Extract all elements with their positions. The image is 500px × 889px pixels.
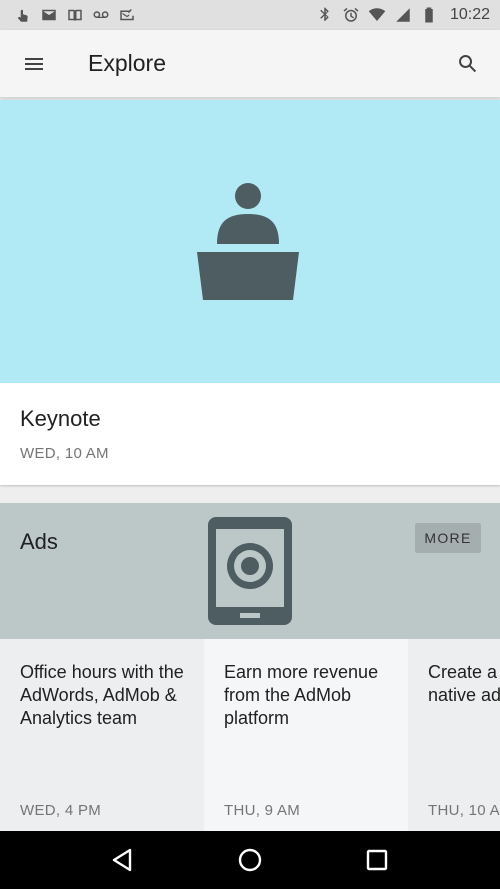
keynote-hero-banner xyxy=(0,100,500,383)
voicemail-icon xyxy=(92,6,110,24)
book-icon xyxy=(66,6,84,24)
app-bar: Explore xyxy=(0,30,500,98)
session-time: THU, 9 AM xyxy=(224,802,301,819)
keynote-title: Keynote xyxy=(20,406,101,431)
home-button[interactable] xyxy=(222,832,278,888)
system-icons: 10:22 xyxy=(316,6,490,24)
session-card[interactable]: Create a experien native ad THU, 10 A xyxy=(408,639,500,831)
system-navigation-bar xyxy=(0,831,500,889)
session-title: Create a experien native ad xyxy=(428,662,500,705)
menu-icon xyxy=(25,57,43,70)
bluetooth-icon xyxy=(316,6,334,24)
speaker-podium-icon xyxy=(197,182,299,300)
touch-app-icon xyxy=(14,6,32,24)
back-triangle-icon xyxy=(113,848,132,872)
recents-button[interactable] xyxy=(349,832,405,888)
clock: 10:22 xyxy=(449,6,490,23)
ads-header: Ads MORE xyxy=(0,503,500,639)
session-title: Office hours with the AdWords, AdMob & A… xyxy=(20,662,184,728)
session-card[interactable]: Office hours with the AdWords, AdMob & A… xyxy=(0,639,204,831)
back-button[interactable] xyxy=(95,832,151,888)
search-icon xyxy=(459,54,477,72)
search-button[interactable] xyxy=(436,30,500,98)
phone-target-icon xyxy=(208,517,292,625)
wifi-icon xyxy=(368,6,386,24)
mail-check-icon xyxy=(118,6,136,24)
mail-icon xyxy=(40,6,58,24)
ads-section-title: Ads xyxy=(20,529,58,554)
notification-icons xyxy=(14,6,136,24)
page-title: Explore xyxy=(88,50,166,76)
status-bar: 10:22 xyxy=(0,0,500,30)
session-time: THU, 10 A xyxy=(428,802,500,819)
ads-section: Ads MORE Office hours with the AdWords, … xyxy=(0,503,500,831)
navigation-menu-button[interactable] xyxy=(0,30,68,98)
session-card[interactable]: Earn more revenue from the AdMob platfor… xyxy=(204,639,408,831)
keynote-time: WED, 10 AM xyxy=(20,445,109,462)
more-button[interactable]: MORE xyxy=(415,523,481,553)
home-circle-icon xyxy=(238,848,262,872)
session-carousel[interactable]: Office hours with the AdWords, AdMob & A… xyxy=(0,639,500,831)
session-time: WED, 4 PM xyxy=(20,802,102,819)
battery-icon xyxy=(420,6,438,24)
recents-square-icon xyxy=(366,849,387,871)
keynote-card[interactable]: Keynote WED, 10 AM xyxy=(0,100,500,485)
session-title: Earn more revenue from the AdMob platfor… xyxy=(224,662,379,728)
alarm-icon xyxy=(342,6,360,24)
signal-icon xyxy=(394,6,412,24)
